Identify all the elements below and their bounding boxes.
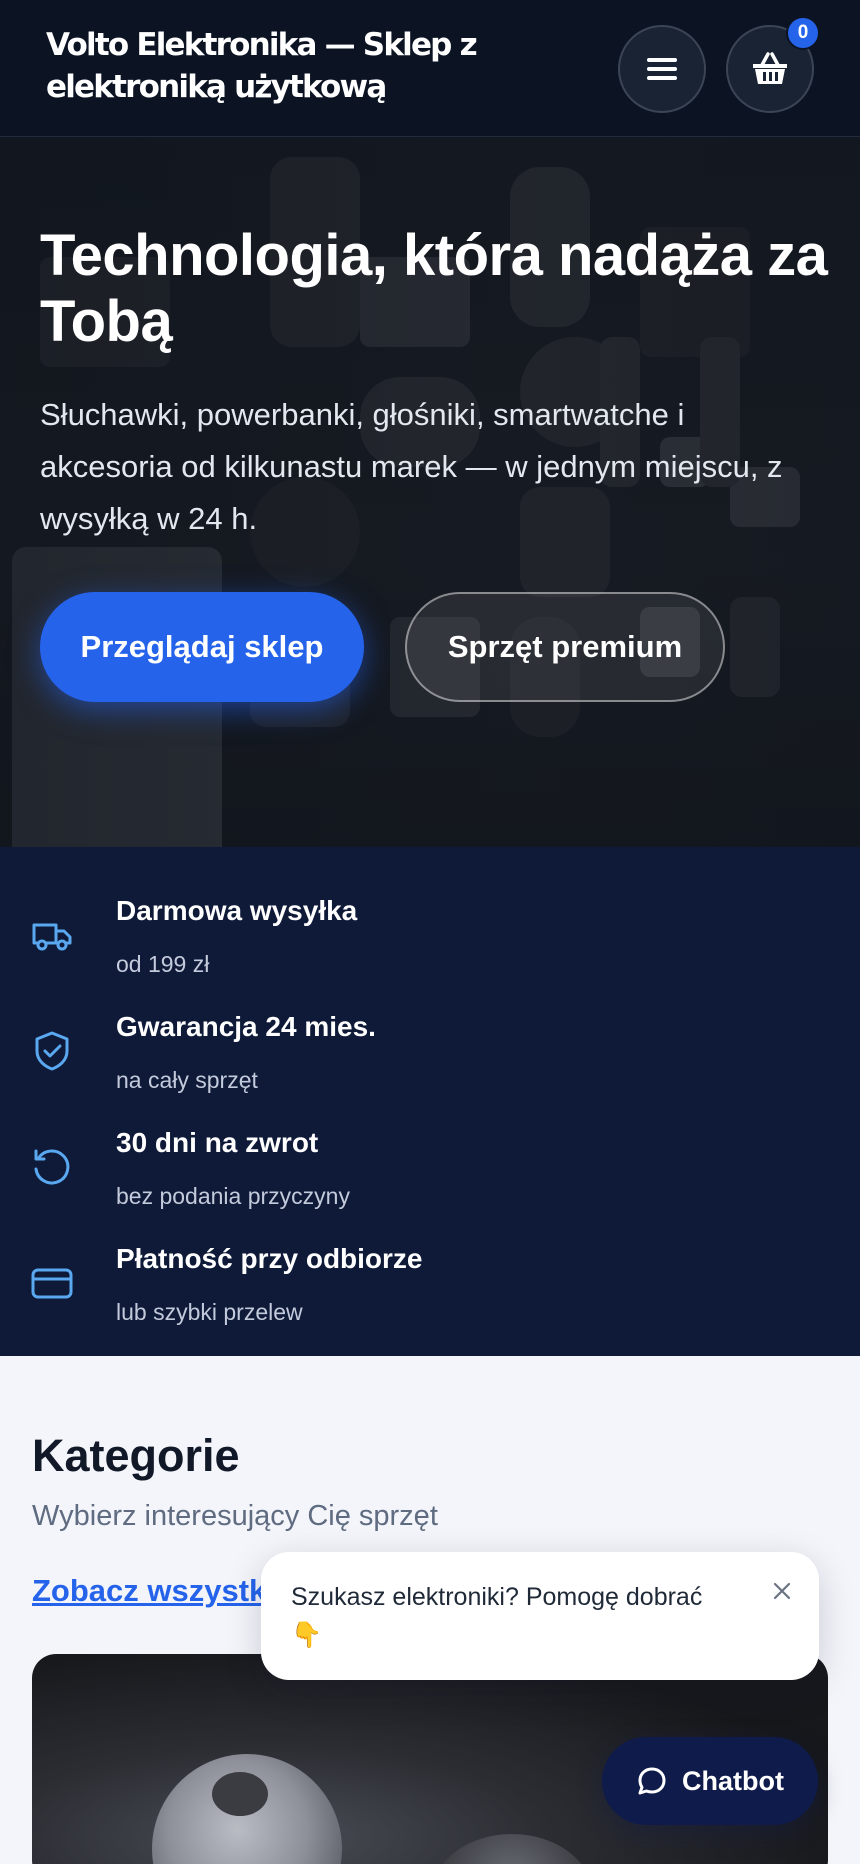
see-all-categories-link[interactable]: Zobacz wszystkie [32, 1573, 292, 1609]
hamburger-menu-icon [647, 58, 677, 80]
hero-title: Technologia, która nadąża za Tobą [40, 223, 828, 354]
feature-subtitle: od 199 zł [116, 951, 210, 977]
chat-popup-text: Szukasz elektroniki? Pomogę dobrać 👇 [291, 1583, 703, 1649]
feature-title: Gwarancja 24 mies. [116, 1011, 376, 1042]
feature-item-payment: Płatność przy odbiorze lub szybki przele… [0, 1221, 860, 1337]
brand-logo[interactable]: Volto Elektronika — Sklep z elektroniką … [46, 24, 486, 108]
feature-subtitle: lub szybki przelew [116, 1299, 303, 1325]
chatbot-button-label: Chatbot [682, 1765, 784, 1796]
page: Volto Elektronika — Sklep z elektroniką … [0, 0, 860, 1864]
feature-subtitle: na cały sprzęt [116, 1067, 258, 1093]
shield-check-icon [35, 1031, 69, 1071]
site-header: Volto Elektronika — Sklep z elektroniką … [0, 0, 860, 137]
feature-subtitle: bez podania przyczyny [116, 1183, 350, 1209]
feature-item-warranty: Gwarancja 24 mies. na cały sprzęt [0, 989, 860, 1105]
feature-title: Darmowa wysyłka [116, 895, 358, 926]
browse-shop-button[interactable]: Przeglądaj sklep [40, 592, 364, 702]
premium-gear-button[interactable]: Sprzęt premium [405, 592, 725, 702]
chatbot-button[interactable]: Chatbot [602, 1737, 818, 1825]
credit-card-icon [31, 1268, 73, 1299]
hero-subtitle: Słuchawki, powerbanki, głośniki, smartwa… [40, 397, 783, 536]
features-section: Darmowa wysyłka od 199 zł Gwarancja 24 m… [0, 847, 860, 1356]
categories-subtitle: Wybierz interesujący Cię sprzęt [32, 1500, 438, 1532]
feature-title: 30 dni na zwrot [116, 1127, 319, 1158]
cart-count-badge: 0 [786, 16, 820, 50]
chat-bubble-icon [638, 1767, 666, 1795]
close-icon [773, 1582, 791, 1600]
feature-item-returns: 30 dni na zwrot bez podania przyczyny [0, 1105, 860, 1221]
truck-icon [32, 923, 72, 951]
basket-icon [753, 52, 787, 84]
feature-title: Płatność przy odbiorze [116, 1243, 423, 1274]
feature-item-shipping: Darmowa wysyłka od 199 zł [0, 873, 860, 989]
chat-popup: Szukasz elektroniki? Pomogę dobrać 👇 [261, 1552, 819, 1680]
menu-button[interactable] [618, 25, 706, 113]
chat-popup-close-button[interactable] [765, 1574, 799, 1608]
hero-section: Technologia, która nadąża za Tobą Słucha… [0, 137, 860, 847]
categories-title: Kategorie [32, 1430, 240, 1481]
rotate-ccw-icon [34, 1149, 70, 1185]
